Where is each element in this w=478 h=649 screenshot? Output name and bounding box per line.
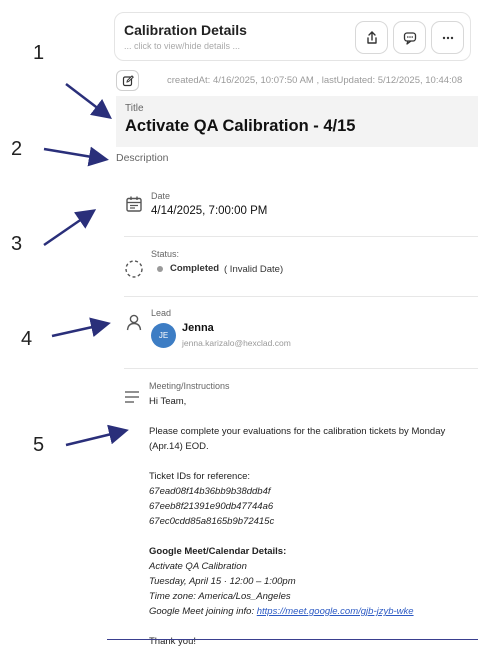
title-value: Activate QA Calibration - 4/15 bbox=[125, 117, 356, 135]
title-field[interactable]: Title Activate QA Calibration - 4/15 bbox=[116, 96, 478, 147]
status-value[interactable]: Completed bbox=[170, 263, 219, 274]
calendar-icon bbox=[126, 196, 142, 212]
edit-button[interactable] bbox=[116, 70, 139, 91]
annotation-arrow-4 bbox=[51, 317, 111, 338]
meet-link[interactable]: https://meet.google.com/gjb-jzyb-wke bbox=[257, 606, 414, 617]
chat-icon bbox=[403, 31, 416, 45]
status-dot-icon bbox=[157, 266, 163, 272]
lead-label: Lead bbox=[151, 308, 172, 318]
description-label[interactable]: Description bbox=[116, 152, 169, 164]
person-icon bbox=[126, 314, 142, 331]
meet-join-prefix: Google Meet joining info: bbox=[149, 606, 257, 617]
date-value[interactable]: 4/14/2025, 7:00:00 PM bbox=[151, 205, 267, 217]
avatar: JE bbox=[151, 323, 176, 348]
ticket-id: 67eeb8f21391e90db47744a6 bbox=[149, 501, 274, 512]
header-toggle-hint[interactable]: ... click to view/hide details ... bbox=[124, 41, 240, 51]
status-circle-icon bbox=[125, 260, 143, 278]
lead-email[interactable]: jenna.karizalo@hexclad.com bbox=[182, 338, 291, 348]
lead-name[interactable]: Jenna bbox=[182, 322, 214, 334]
title-label: Title bbox=[125, 103, 144, 114]
date-label: Date bbox=[151, 191, 171, 201]
meet-time: Tuesday, April 15 · 12:00 – 1:00pm bbox=[149, 576, 296, 587]
tickets-heading: Ticket IDs for reference: bbox=[149, 471, 251, 482]
bottom-divider bbox=[107, 639, 478, 640]
annotation-arrow-5 bbox=[65, 424, 129, 447]
more-horizontal-icon bbox=[442, 36, 453, 39]
status-note: ( Invalid Date) bbox=[224, 264, 284, 275]
meet-join-info: Google Meet joining info: https://meet.g… bbox=[149, 604, 445, 619]
share-icon bbox=[366, 30, 377, 44]
message-button[interactable] bbox=[393, 21, 426, 54]
avatar-initials: JE bbox=[158, 331, 169, 340]
edit-icon bbox=[122, 74, 134, 86]
annotation-arrow-2 bbox=[43, 146, 109, 167]
instructions-label: Meeting/Instructions bbox=[149, 381, 230, 391]
share-button[interactable] bbox=[355, 21, 388, 54]
more-options-button[interactable] bbox=[431, 21, 464, 54]
meet-timezone: Time zone: America/Los_Angeles bbox=[149, 591, 291, 602]
ticket-id: 67ead08f14b36bb9b38ddb4f bbox=[149, 486, 271, 497]
divider bbox=[124, 236, 478, 237]
status-label: Status: bbox=[151, 249, 180, 259]
instructions-body[interactable]: Hi Team, Please complete your evaluation… bbox=[149, 394, 445, 649]
meet-heading: Google Meet/Calendar Details: bbox=[149, 546, 287, 557]
annotation-arrow-1 bbox=[65, 83, 112, 120]
details-header-card[interactable]: Calibration Details ... click to view/hi… bbox=[114, 12, 471, 61]
instructions-para-line: (Apr.14) EOD. bbox=[149, 441, 209, 452]
instructions-para-line: Please complete your evaluations for the… bbox=[149, 426, 446, 437]
annotation-arrow-3 bbox=[43, 209, 97, 247]
divider bbox=[124, 368, 478, 369]
instructions-greeting: Hi Team, bbox=[149, 396, 187, 407]
timestamps-meta: createdAt: 4/16/2025, 10:07:50 AM , last… bbox=[167, 75, 463, 86]
divider bbox=[124, 296, 478, 297]
menu-lines-icon bbox=[125, 391, 139, 403]
ticket-id: 67ec0cdd85a8165b9b72415c bbox=[149, 516, 275, 527]
closing-line: Thank you! bbox=[149, 636, 196, 647]
header-title: Calibration Details bbox=[124, 22, 247, 38]
meet-name: Activate QA Calibration bbox=[149, 561, 247, 572]
